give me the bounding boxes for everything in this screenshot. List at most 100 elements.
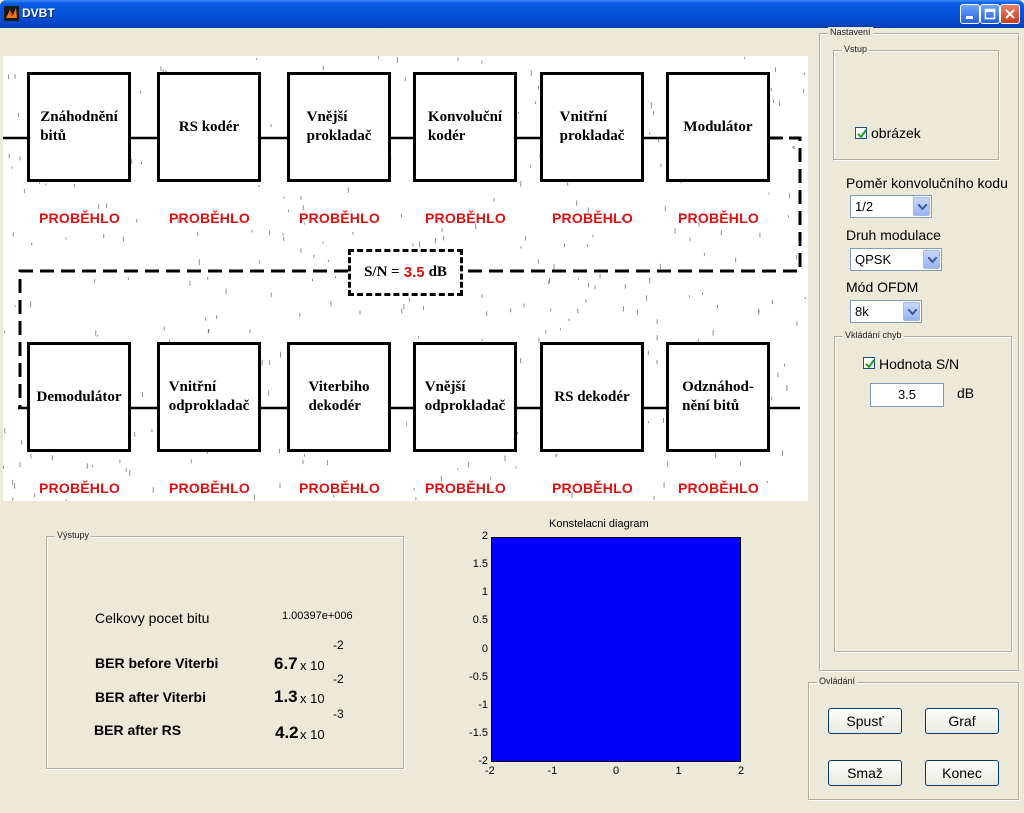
input-group-title: Vstup (842, 44, 870, 54)
sn-unit-label: dB (957, 385, 975, 401)
modulation-select[interactable]: QPSK (850, 248, 942, 271)
block-outer-deinterleaver: Vnější odprokladač (413, 342, 517, 452)
y-tick-label: 2 (481, 530, 488, 542)
error-insertion-group: Vkládání chyb Hodnota S/N 3.5 dB (834, 330, 1012, 652)
chevron-down-icon[interactable] (913, 197, 930, 216)
checkmark-icon (857, 129, 867, 139)
code-rate-select[interactable]: 1/2 (850, 195, 932, 218)
chevron-down-icon[interactable] (923, 250, 940, 269)
block-diagram: Znáhodnění bitů RS kodér Vnější proklada… (3, 56, 808, 501)
code-rate-label: Poměr konvolučního kodu (846, 175, 1008, 191)
constellation-plot (491, 537, 741, 762)
ber-before-label: BER before Viterbi (95, 655, 219, 671)
block-inner-deinterleaver: Vnitřní odprokladač (157, 342, 261, 452)
ber-rs-times-ten: x 10 (300, 727, 325, 742)
sn-input[interactable]: 3.5 (870, 383, 944, 407)
ber-after-label: BER after Viterbi (95, 689, 206, 705)
ofdm-mode-label: Mód OFDM (846, 279, 919, 295)
close-icon (1005, 9, 1015, 19)
x-tick-label: 0 (613, 765, 620, 777)
status-modulator: PROBĚHLO (678, 210, 759, 226)
y-tick-label: -1 (478, 698, 488, 711)
x-tick-label: -2 (485, 765, 495, 777)
code-rate-value: 1/2 (855, 199, 874, 214)
block-rs-decoder: RS dekodér (540, 342, 644, 452)
ber-after-mantissa: 1.3 (274, 687, 298, 706)
controls-title: Ovládání (817, 676, 858, 686)
graph-button[interactable]: Graf (925, 708, 999, 734)
ber-after-exponent: -2 (333, 672, 344, 686)
sn-checkbox-label: Hodnota S/N (879, 356, 960, 372)
modulation-value: QPSK (855, 252, 892, 267)
block-convolutional-encoder: Konvoluční kodér (413, 72, 517, 182)
chevron-down-icon[interactable] (903, 302, 920, 321)
status-randomizer: PROBĚHLO (39, 210, 120, 226)
modulation-label: Druh modulace (846, 227, 941, 243)
matlab-icon (4, 6, 19, 21)
sn-checkbox[interactable] (863, 357, 875, 369)
y-tick-label: -0.5 (469, 670, 488, 683)
y-tick-label: 0 (481, 642, 488, 655)
ber-before-mantissa: 6.7 (274, 654, 298, 673)
sn-unit: dB (428, 264, 447, 280)
ofdm-mode-value: 8k (855, 304, 869, 319)
status-outer-interleaver: PROBĚHLO (299, 210, 380, 226)
checkmark-icon (865, 359, 875, 369)
ber-after-times-ten: x 10 (300, 691, 325, 706)
status-inner-interleaver: PROBĚHLO (552, 210, 633, 226)
image-checkbox-label: obrázek (871, 125, 921, 141)
sn-value: 3.5 (403, 264, 425, 281)
block-modulator: Modulátor (666, 72, 770, 182)
sn-indicator: S/N = 3.5 dB (348, 249, 463, 296)
status-derandomizer: PROBĚHLO (678, 480, 759, 496)
settings-panel: Nastavení Vstup obrázek Poměr konvoluční… (819, 27, 1019, 671)
total-bits-value: 1.00397e+006 (282, 610, 353, 622)
x-tick-label: 2 (738, 765, 745, 777)
ber-rs-exponent: -3 (333, 707, 344, 721)
y-tick-label: 1 (481, 586, 488, 599)
ber-rs-label: BER after RS (94, 722, 182, 738)
status-outer-deinterleaver: PROBĚHLO (425, 480, 506, 496)
constellation-points (491, 537, 741, 762)
ber-before-times-ten: x 10 (300, 658, 325, 673)
y-tick-label: 1.5 (472, 558, 488, 571)
window-title: DVBT (22, 6, 55, 20)
status-inner-deinterleaver: PROBĚHLO (169, 480, 250, 496)
block-viterbi-decoder: Viterbiho dekodér (287, 342, 391, 452)
y-tick-label: -1.5 (469, 726, 488, 739)
x-tick-label: -1 (547, 765, 558, 777)
close-button[interactable] (1000, 4, 1020, 24)
settings-title: Nastavení (828, 27, 873, 37)
end-button[interactable]: Konec (925, 760, 999, 786)
error-group-title: Vkládání chyb (843, 330, 904, 340)
status-demodulator: PROBĚHLO (39, 480, 120, 496)
run-button[interactable]: Spusť (828, 708, 902, 734)
block-inner-interleaver: Vnitřní prokladač (540, 72, 644, 182)
ber-rs-mantissa: 4.2 (275, 723, 299, 742)
sn-prefix: S/N = (364, 264, 400, 280)
title-bar[interactable]: DVBT (0, 0, 1024, 28)
status-viterbi-decoder: PROBĚHLO (299, 480, 380, 496)
block-demodulator: Demodulátor (27, 342, 131, 452)
outputs-panel: Výstupy Celkovy pocet bitu 1.00397e+006 … (46, 530, 404, 769)
input-group: Vstup obrázek (833, 44, 999, 160)
y-tick-label: 0.5 (472, 614, 488, 627)
ofdm-mode-select[interactable]: 8k (850, 300, 922, 323)
status-convolutional-encoder: PROBĚHLO (425, 210, 506, 226)
x-tick-label: 1 (675, 765, 682, 777)
plot-title: Konstelacni diagram (549, 518, 649, 530)
minimize-button[interactable] (960, 4, 980, 24)
block-randomizer: Znáhodnění bitů (27, 72, 131, 182)
image-checkbox[interactable] (855, 127, 867, 139)
maximize-button[interactable] (980, 4, 1000, 24)
total-bits-label: Celkovy pocet bitu (95, 610, 210, 626)
controls-panel: Ovládání Spusť Graf Smaž Konec (808, 676, 1019, 800)
outputs-title: Výstupy (55, 530, 92, 540)
maximize-icon (984, 8, 996, 20)
sn-input-value: 3.5 (897, 387, 917, 402)
clear-button[interactable]: Smaž (828, 760, 902, 786)
ber-before-exponent: -2 (333, 638, 344, 652)
block-derandomizer: Odznáhod- nění bitů (666, 342, 770, 452)
status-rs-decoder: PROBĚHLO (552, 480, 633, 496)
status-rs-encoder: PROBĚHLO (169, 210, 250, 226)
